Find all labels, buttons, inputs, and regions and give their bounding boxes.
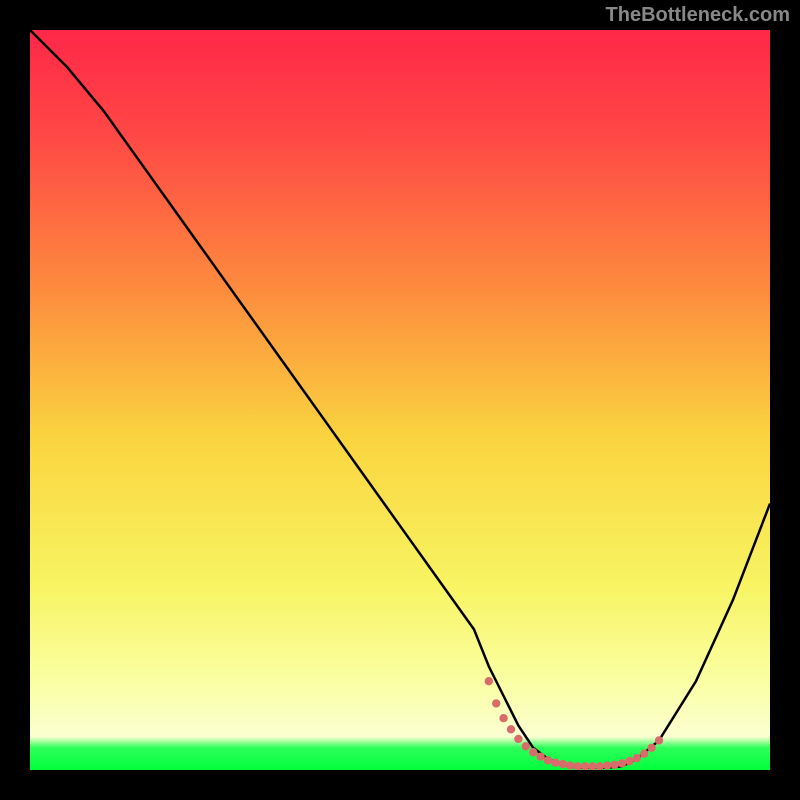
plot-area — [30, 30, 770, 770]
chart-svg — [30, 30, 770, 770]
main-curve — [30, 30, 770, 768]
chart-container: TheBottleneck.com — [0, 0, 800, 800]
dotted-min-curve — [485, 677, 664, 770]
watermark-text: TheBottleneck.com — [606, 4, 790, 27]
